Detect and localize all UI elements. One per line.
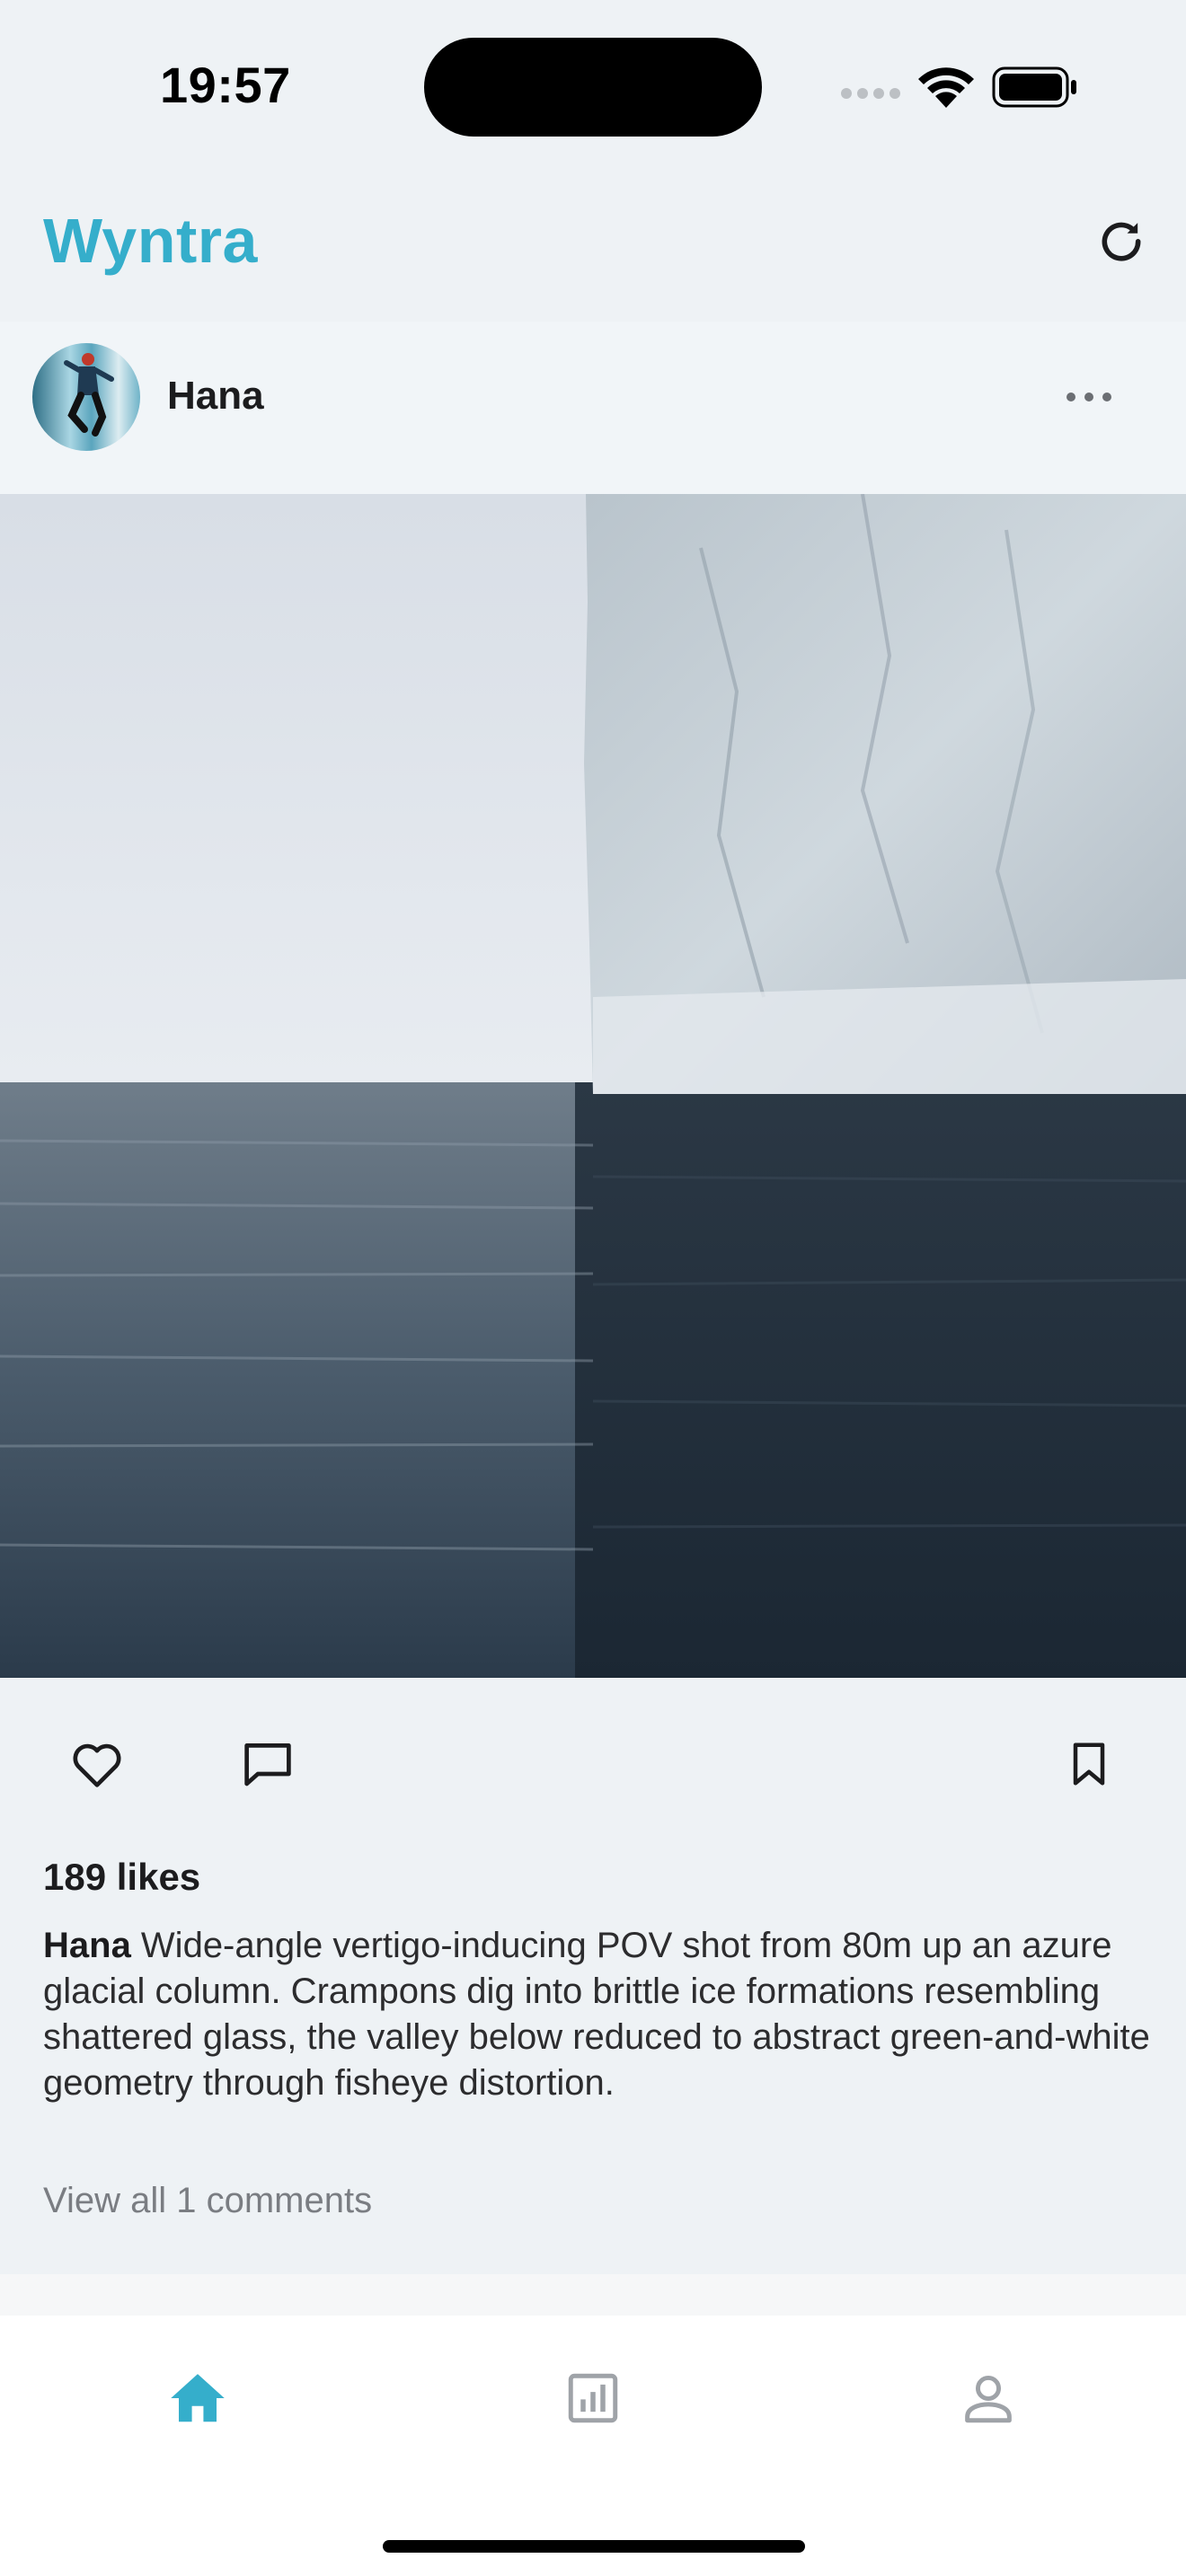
save-button[interactable] bbox=[1053, 1728, 1125, 1800]
tab-profile[interactable] bbox=[925, 2353, 1051, 2443]
likes-count[interactable]: 189 likes bbox=[43, 1856, 200, 1899]
home-icon bbox=[171, 2374, 225, 2422]
person-icon bbox=[965, 2375, 1012, 2423]
post-username[interactable]: Hana bbox=[167, 374, 264, 419]
heart-icon bbox=[73, 1743, 121, 1787]
status-time: 19:57 bbox=[160, 57, 291, 113]
wifi-icon bbox=[915, 63, 978, 114]
dynamic-island bbox=[424, 38, 762, 137]
tab-home[interactable] bbox=[135, 2353, 261, 2443]
bookmark-icon bbox=[1073, 1742, 1105, 1786]
post-photo[interactable] bbox=[0, 494, 1186, 1678]
more-options-button[interactable] bbox=[1057, 370, 1121, 424]
caption-text: Wide-angle vertigo-inducing POV shot fro… bbox=[43, 1926, 1150, 2103]
comment-icon bbox=[244, 1743, 291, 1786]
more-horizontal-icon bbox=[1067, 393, 1111, 401]
avatar[interactable] bbox=[32, 343, 140, 451]
battery-icon bbox=[992, 66, 1078, 112]
feed-divider bbox=[0, 2274, 1186, 2316]
caption-username[interactable]: Hana bbox=[43, 1926, 131, 1965]
like-button[interactable] bbox=[61, 1728, 133, 1800]
app-title: Wyntra bbox=[43, 206, 258, 276]
cellular-signal-icon bbox=[841, 86, 902, 105]
post-caption: Hana Wide-angle vertigo-inducing POV sho… bbox=[43, 1923, 1157, 2106]
view-comments-link[interactable]: View all 1 comments bbox=[43, 2181, 372, 2221]
bar-chart-icon bbox=[568, 2373, 618, 2423]
tab-stats[interactable] bbox=[530, 2353, 656, 2443]
home-indicator bbox=[383, 2540, 805, 2553]
refresh-icon bbox=[1102, 222, 1141, 261]
refresh-button[interactable] bbox=[1089, 210, 1154, 275]
comment-button[interactable] bbox=[232, 1728, 304, 1800]
